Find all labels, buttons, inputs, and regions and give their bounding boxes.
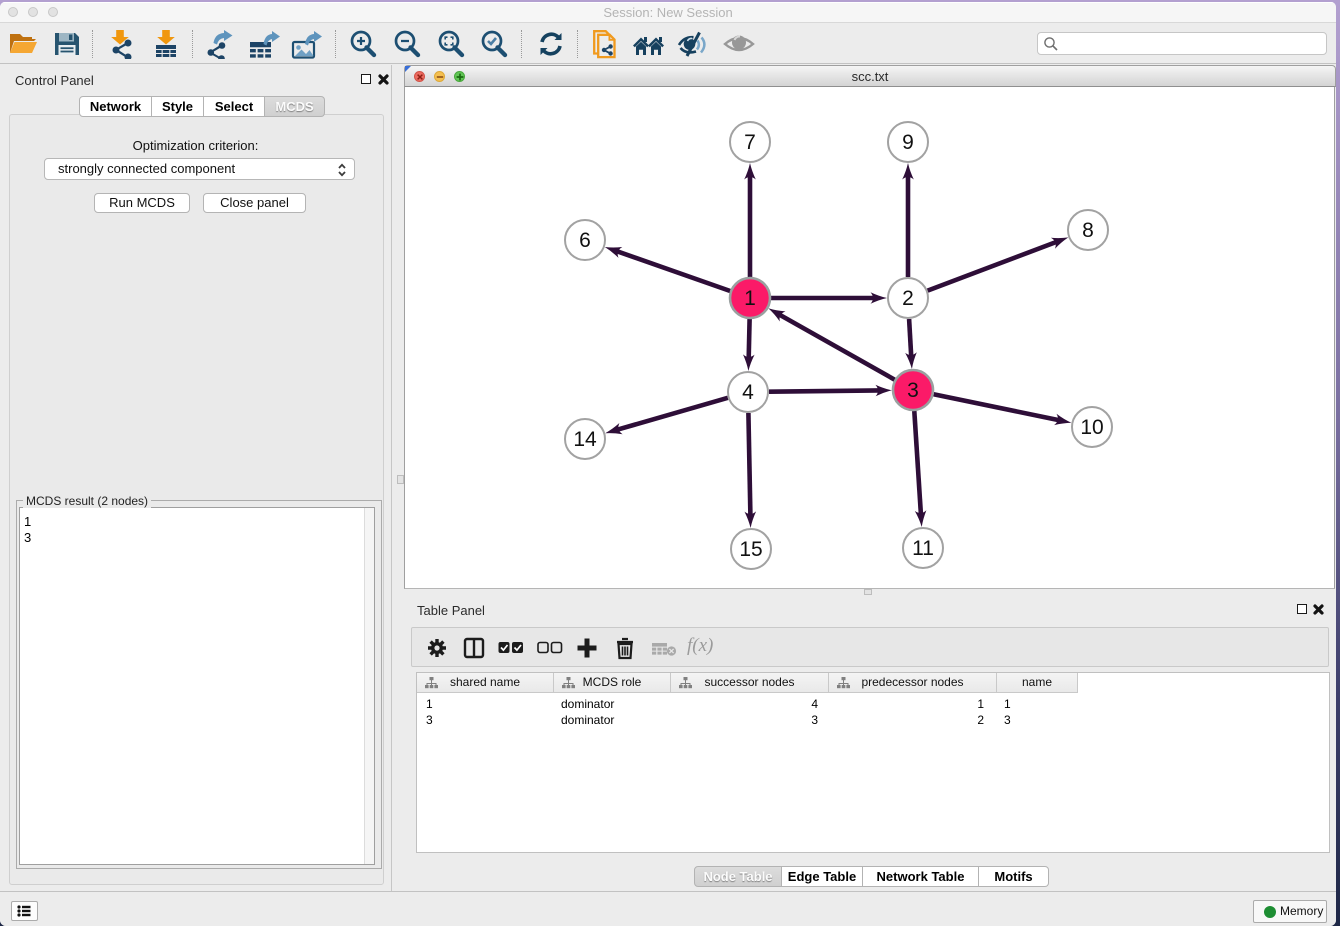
svg-text:7: 7	[744, 131, 756, 154]
svg-text:14: 14	[573, 428, 597, 451]
svg-text:4: 4	[742, 381, 754, 404]
svg-text:8: 8	[1082, 219, 1094, 242]
svg-text:3: 3	[907, 379, 919, 402]
svg-text:9: 9	[902, 131, 914, 154]
svg-text:6: 6	[579, 229, 591, 252]
svg-text:15: 15	[739, 538, 762, 561]
svg-text:11: 11	[912, 537, 934, 560]
svg-text:1: 1	[744, 287, 756, 310]
svg-text:10: 10	[1080, 416, 1103, 439]
svg-text:2: 2	[902, 287, 914, 310]
